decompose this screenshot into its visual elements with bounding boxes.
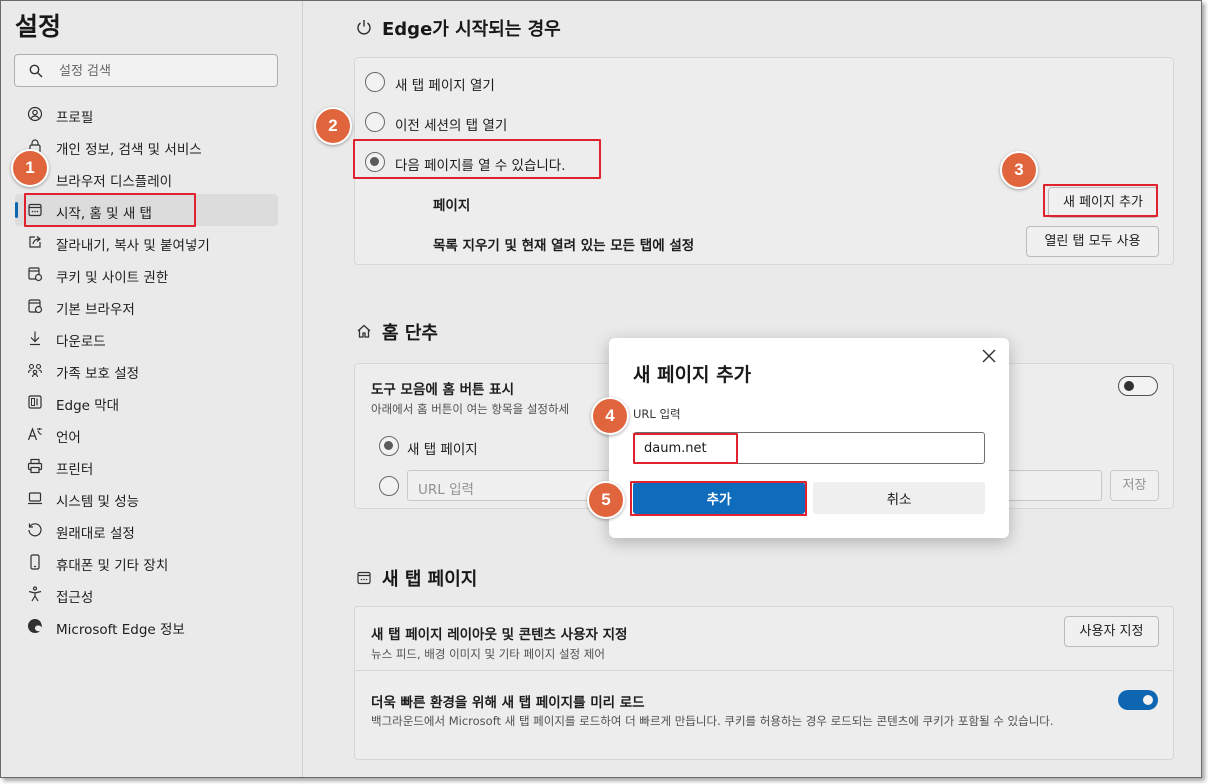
highlight-add-button xyxy=(630,481,807,516)
highlight-specific-pages-option xyxy=(353,139,601,179)
dialog-url-label: URL 입력 xyxy=(633,407,681,421)
step-badge-3: 3 xyxy=(1000,151,1038,189)
modal-overlay xyxy=(1,1,1201,777)
highlight-sidebar-startup xyxy=(24,193,196,227)
dialog-title: 새 페이지 추가 xyxy=(633,364,752,386)
highlight-add-page-button xyxy=(1043,184,1158,217)
settings-window: 설정 프로필 개인 정보, 검색 및 서비스 브라우저 디스플레이 시작, 홈 … xyxy=(0,0,1202,778)
step-badge-1: 1 xyxy=(11,149,49,187)
close-icon[interactable] xyxy=(981,348,997,364)
step-badge-2: 2 xyxy=(314,107,352,145)
dialog-cancel-button[interactable]: 취소 xyxy=(813,482,985,514)
step-badge-4: 4 xyxy=(591,397,629,435)
step-badge-5: 5 xyxy=(587,481,625,519)
highlight-url-input xyxy=(633,433,738,464)
